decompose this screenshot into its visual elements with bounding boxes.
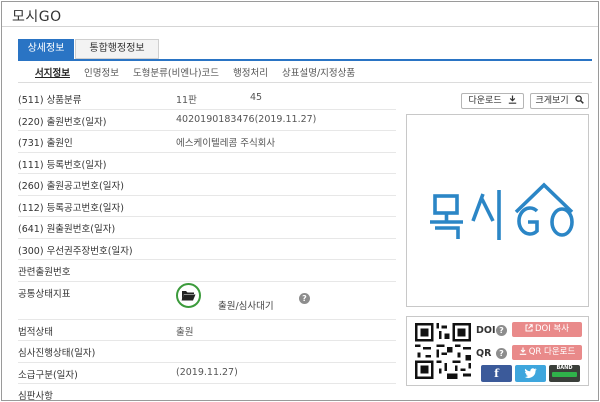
twitter-share-button[interactable] xyxy=(515,365,546,382)
row-value: 4020190183476(2019.11.27) xyxy=(176,113,317,125)
subnav-admin-process[interactable]: 행정처리 xyxy=(226,66,275,82)
table-row: 심판사항 xyxy=(18,384,396,401)
qr-help-icon[interactable]: ? xyxy=(496,348,507,359)
status-text: 출원/심사대기 xyxy=(218,300,274,312)
table-row: (731) 출원인 에스케이텔레콤 주식회사 xyxy=(18,131,396,153)
qr-code xyxy=(415,323,471,379)
download-button-label: 다운로드 xyxy=(468,96,502,106)
detail-window: 모시GO 상세정보 통합행정정보 서지정보 인명정보 도형분류(비엔나)코드 행… xyxy=(1,1,599,401)
table-row: 관련출원번호 xyxy=(18,260,396,282)
subnav-goods-description[interactable]: 상표설명/지정상품 xyxy=(275,66,362,82)
row-label: 공통상태지표 xyxy=(18,288,71,300)
row-label: (260) 출원공고번호(일자) xyxy=(18,181,124,192)
tab-integrated-admin-info[interactable]: 통합행정정보 xyxy=(75,39,159,59)
row-value: (2019.11.27) xyxy=(176,366,238,378)
table-row: (111) 등록번호(일자) xyxy=(18,153,396,174)
doi-help-icon[interactable]: ? xyxy=(496,325,507,336)
facebook-share-button[interactable]: f xyxy=(481,365,512,382)
sub-navigation: 서지정보 인명정보 도형분류(비엔나)코드 행정처리 상표설명/지정상품 xyxy=(18,65,592,83)
subnav-person-info[interactable]: 인명정보 xyxy=(77,66,126,82)
status-row: 공통상태지표 출원/심사대기 ? xyxy=(18,282,396,320)
facebook-icon: f xyxy=(494,367,499,380)
table-row: 법적상태 출원 xyxy=(18,320,396,341)
trademark-image xyxy=(406,114,589,307)
magnifier-icon xyxy=(574,95,584,104)
row-label: 소급구분(일자) xyxy=(18,369,78,381)
row-label: (300) 우선권주장번호(일자) xyxy=(18,245,133,257)
download-icon xyxy=(508,95,516,104)
doi-copy-button[interactable]: DOI 복사 xyxy=(512,322,582,337)
table-row: 심사진행상태(일자) xyxy=(18,341,396,363)
band-icon: BAND xyxy=(556,365,573,371)
enlarge-button[interactable]: 크게보기 xyxy=(530,93,589,109)
doi-copy-label: DOI 복사 xyxy=(534,324,570,334)
band-share-button[interactable]: BAND xyxy=(549,365,580,382)
folder-open-icon xyxy=(176,282,201,308)
main-tabs: 상세정보 통합행정정보 xyxy=(18,39,159,59)
table-row: (220) 출원번호(일자) 4020190183476(2019.11.27) xyxy=(18,110,396,131)
row-label: (112) 등록공고번호(일자) xyxy=(18,202,124,214)
table-row: (260) 출원공고번호(일자) xyxy=(18,174,396,196)
row-value: 에스케이텔레콤 주식회사 xyxy=(176,138,276,149)
qr-download-button[interactable]: QR 다운로드 xyxy=(512,345,582,360)
row-value-class: 45 xyxy=(250,92,263,103)
download-button[interactable]: 다운로드 xyxy=(461,93,524,109)
row-label: 관련출원번호 xyxy=(18,267,71,278)
tab-underline xyxy=(18,59,592,61)
enlarge-button-label: 크게보기 xyxy=(535,96,569,106)
qr-download-label: QR 다운로드 xyxy=(528,347,576,357)
row-value: 출원 xyxy=(176,326,194,338)
row-label: 심사진행상태(일자) xyxy=(18,348,96,359)
row-label: 심판사항 xyxy=(18,391,53,401)
row-value: 11판 xyxy=(176,95,197,106)
table-row: (112) 등록공고번호(일자) xyxy=(18,196,396,217)
download-icon xyxy=(519,347,526,355)
window-title: 모시GO xyxy=(12,9,62,25)
status-help-icon[interactable]: ? xyxy=(299,292,310,304)
row-label: (220) 출원번호(일자) xyxy=(18,116,107,128)
row-label: 법적상태 xyxy=(18,326,53,338)
subnav-vienna-code[interactable]: 도형분류(비엔나)코드 xyxy=(126,66,226,82)
title-bar: 모시GO xyxy=(2,2,598,27)
table-row: (511) 상품분류 11판 45 xyxy=(18,88,396,110)
table-row: 소급구분(일자) (2019.11.27) xyxy=(18,363,396,384)
subnav-bibliographic[interactable]: 서지정보 xyxy=(28,66,77,82)
row-label: (511) 상품분류 xyxy=(18,95,82,106)
row-label: (111) 등록번호(일자) xyxy=(18,159,107,171)
external-link-icon xyxy=(525,324,533,332)
doi-qr-panel: DOI ? QR ? DOI 복사 QR 다운로드 f BAND xyxy=(406,316,589,386)
twitter-bird-icon xyxy=(524,368,537,379)
table-row: (300) 우선권주장번호(일자) xyxy=(18,239,396,260)
row-label: (641) 원출원번호(일자) xyxy=(18,224,116,235)
row-label: (731) 출원인 xyxy=(18,138,73,149)
table-row: (641) 원출원번호(일자) xyxy=(18,217,396,239)
doi-label: DOI xyxy=(476,325,496,336)
qr-label: QR xyxy=(476,348,492,359)
trademark-logo xyxy=(430,182,574,240)
bibliographic-table: (511) 상품분류 11판 45 (220) 출원번호(일자) 4020190… xyxy=(18,88,396,401)
tab-detail-info[interactable]: 상세정보 xyxy=(18,39,74,59)
